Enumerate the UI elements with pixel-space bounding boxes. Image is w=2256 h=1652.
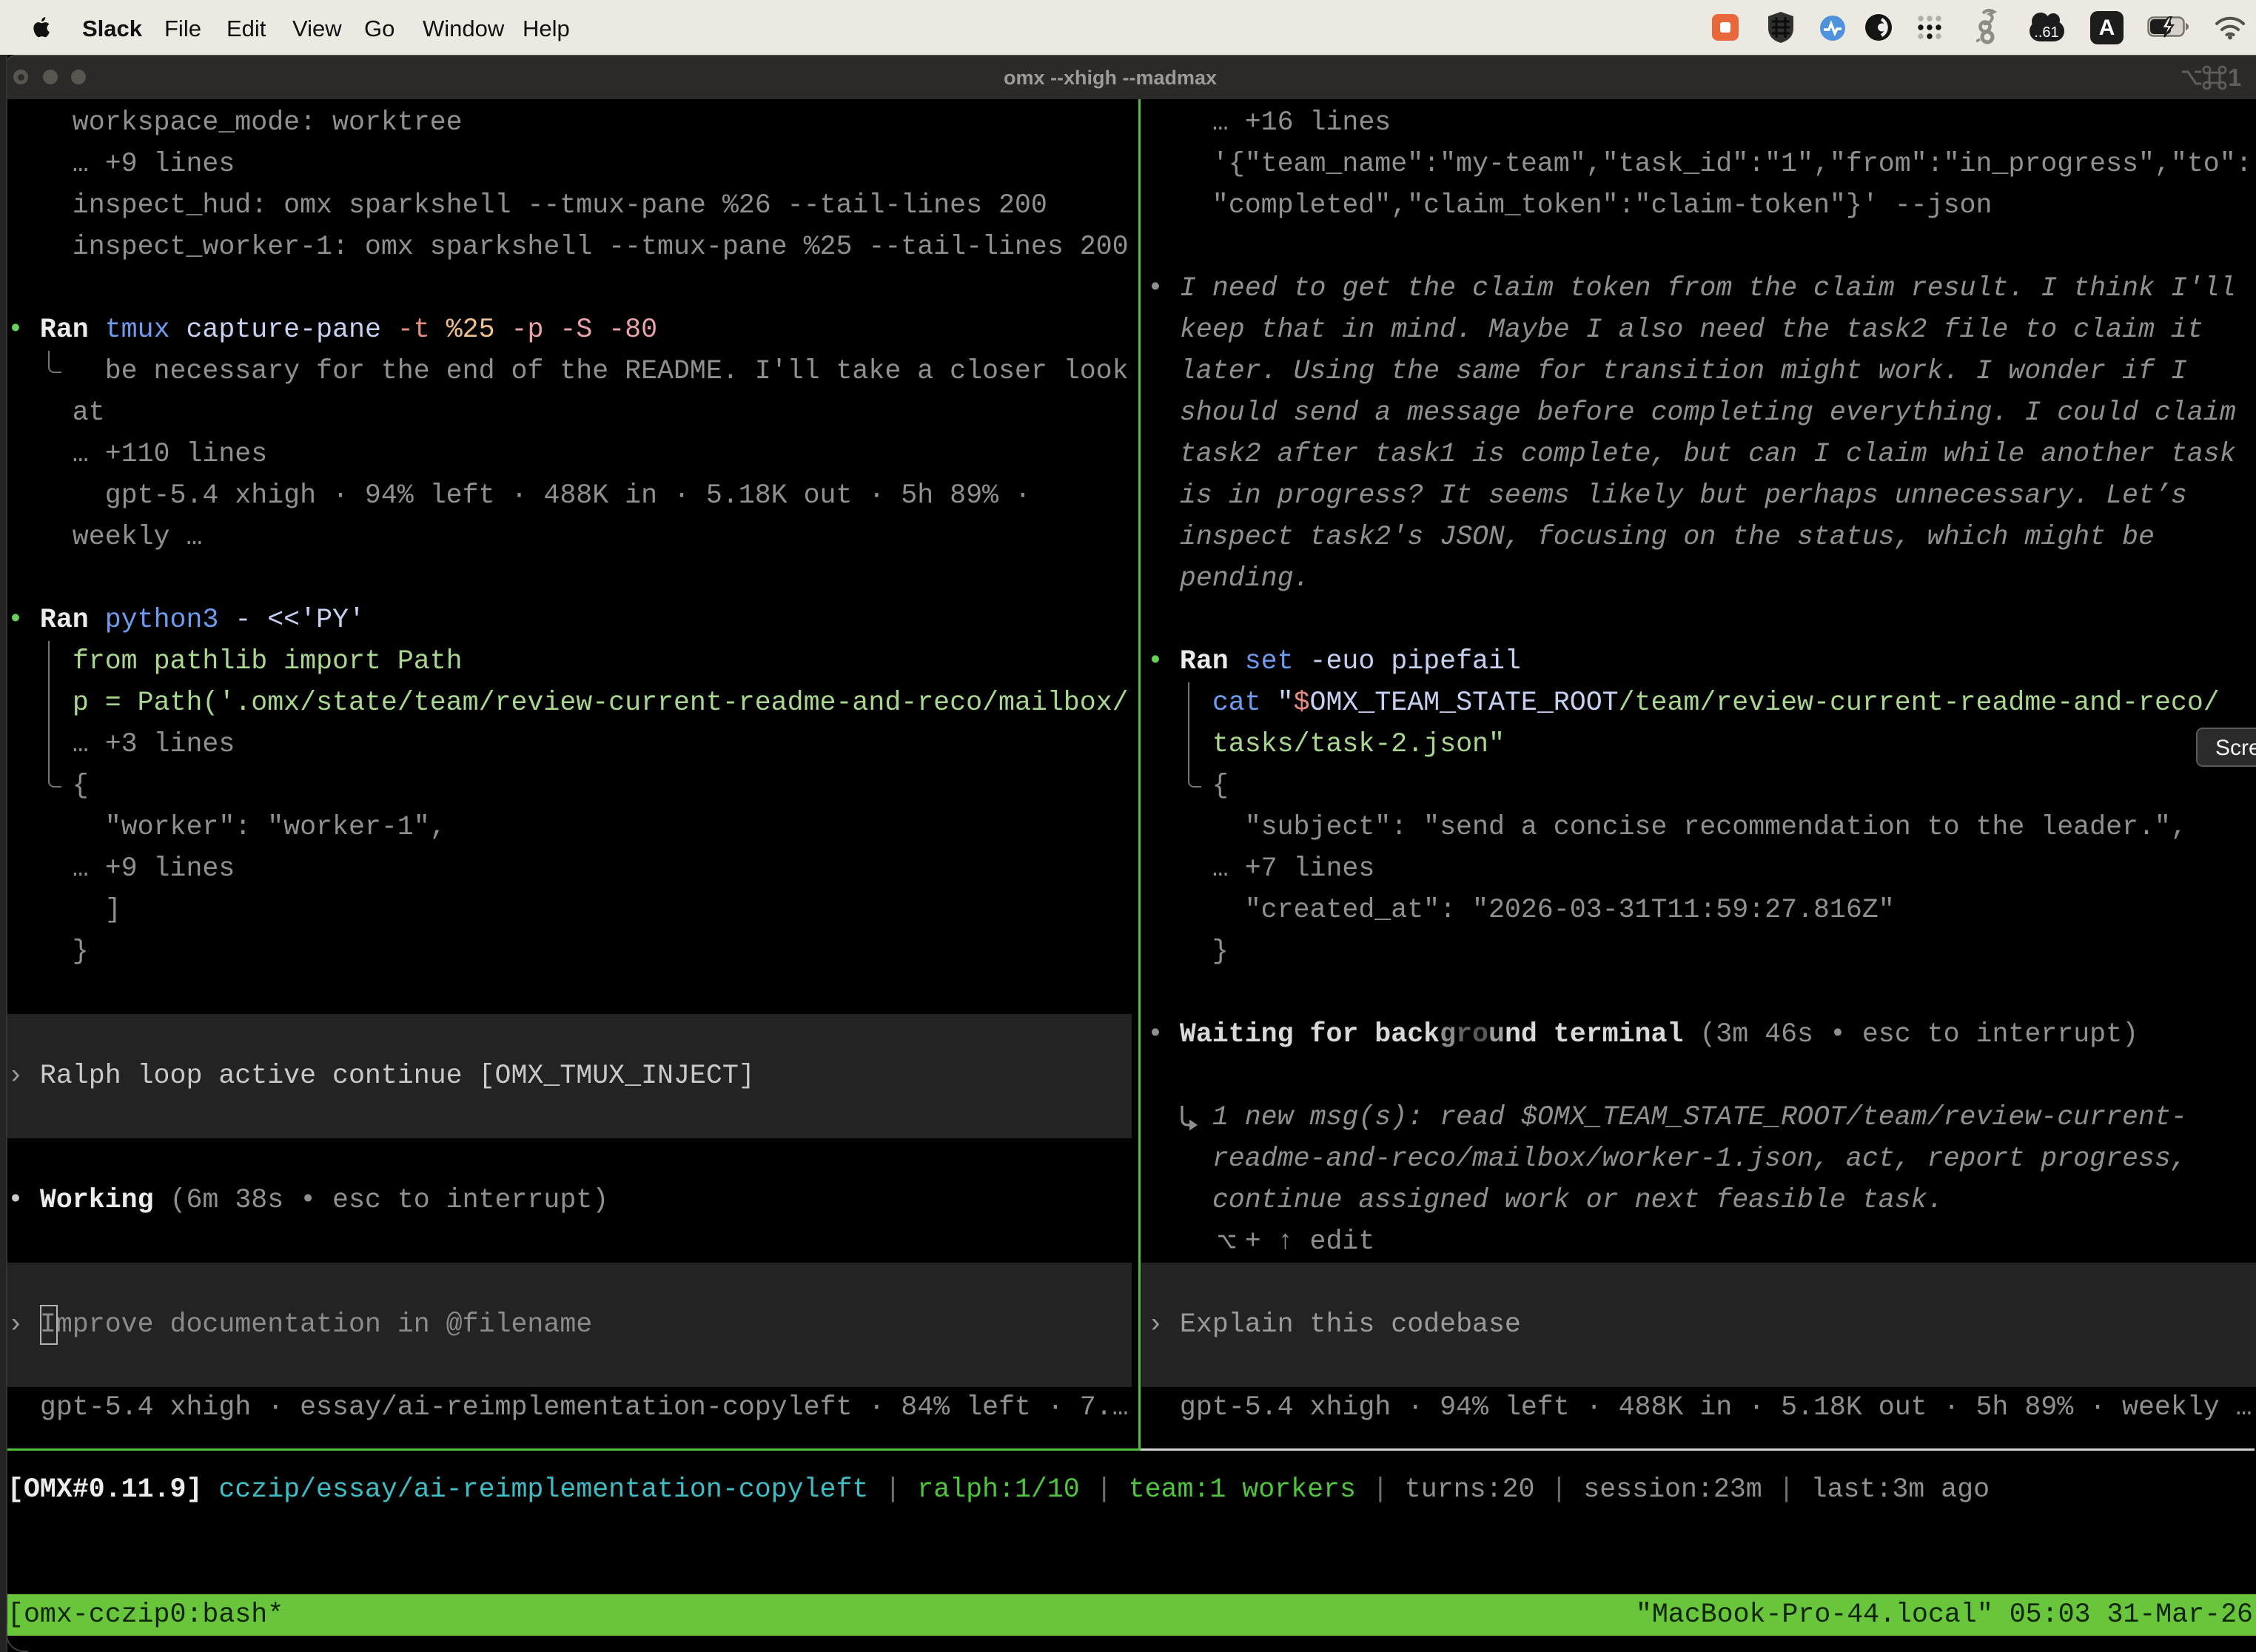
svg-text:..61: ..61 <box>2034 24 2058 41</box>
